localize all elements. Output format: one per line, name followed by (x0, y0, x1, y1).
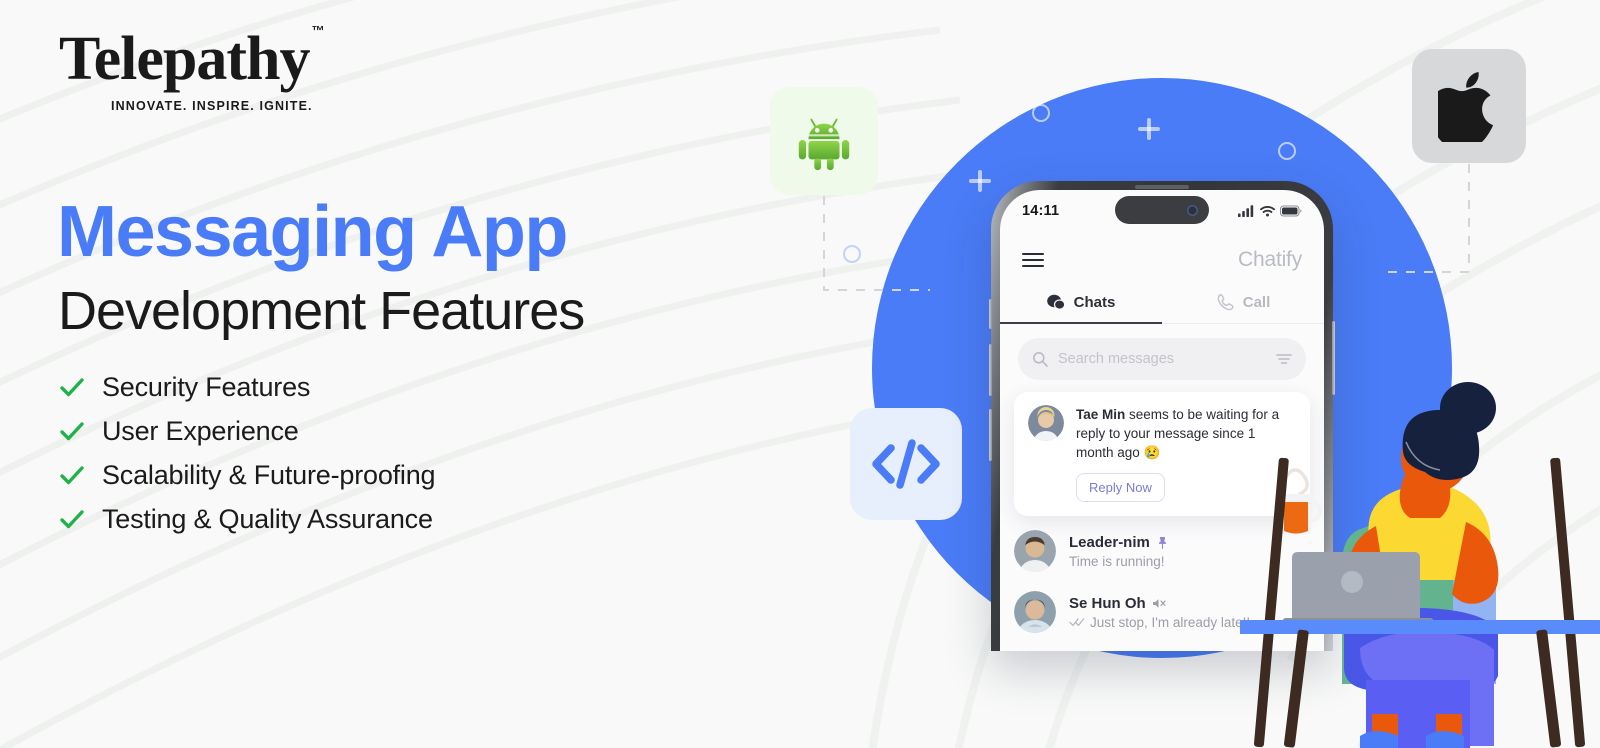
decor-ring-icon (1032, 104, 1050, 122)
dynamic-island (1115, 196, 1209, 224)
phone-volume-down-button[interactable] (989, 409, 992, 461)
decor-ring-icon (1278, 142, 1296, 160)
search-placeholder: Search messages (1058, 351, 1175, 367)
check-icon (60, 466, 84, 485)
list-item: Testing & Quality Assurance (57, 497, 435, 541)
status-bar: 14:11 (1000, 190, 1324, 232)
android-badge (770, 87, 878, 195)
feature-label: Testing & Quality Assurance (102, 503, 433, 534)
apple-badge (1412, 49, 1526, 163)
pin-icon (1158, 536, 1166, 549)
list-item: Security Features (57, 365, 435, 409)
status-time: 14:11 (1022, 203, 1060, 219)
trademark-symbol: ™ (311, 23, 325, 39)
brand-logo: Telepathy ™ INNOVATE. INSPIRE. IGNITE. (59, 24, 325, 113)
filter-icon[interactable] (1276, 352, 1292, 366)
tab-chats[interactable]: Chats (1000, 280, 1162, 324)
logo-wordmark: Telepathy ™ (59, 24, 325, 93)
left-content: Telepathy ™ INNOVATE. INSPIRE. IGNITE. Me… (57, 0, 777, 748)
code-badge (850, 408, 962, 520)
avatar (1014, 591, 1056, 634)
right-visual: 14:11 Chatify Chats Call Search messages… (740, 0, 1600, 748)
wifi-icon (1260, 205, 1275, 217)
battery-icon (1280, 205, 1302, 217)
brand-tagline: INNOVATE. INSPIRE. IGNITE. (111, 99, 313, 113)
app-title: Chatify (1238, 248, 1302, 271)
notification-sender: Tae Min (1076, 407, 1126, 422)
chat-bubble-icon (1046, 294, 1065, 310)
phone-volume-up-button[interactable] (989, 344, 992, 396)
front-camera-icon (1187, 204, 1198, 216)
tab-active-indicator (1000, 321, 1162, 324)
promo-banner: Telepathy ™ INNOVATE. INSPIRE. IGNITE. Me… (0, 0, 1600, 748)
decor-plus-icon (1138, 118, 1160, 140)
feature-label: Scalability & Future-proofing (102, 459, 436, 490)
crying-emoji-icon: 😢 (1143, 445, 1161, 461)
page-subtitle: Development Features (58, 281, 585, 341)
search-input[interactable]: Search messages (1018, 338, 1306, 380)
person-working-illustration (1240, 382, 1600, 748)
feature-label: User Experience (102, 415, 299, 446)
code-brackets-icon (872, 439, 940, 489)
list-item: User Experience (57, 409, 435, 453)
avatar (1014, 530, 1056, 573)
search-section: Search messages (1000, 324, 1324, 380)
feature-label: Security Features (102, 371, 311, 402)
search-icon (1033, 352, 1048, 367)
decor-plus-icon (969, 170, 991, 192)
phone-speaker-grill (1135, 185, 1189, 189)
chat-name: Se Hun Oh (1069, 594, 1146, 612)
mute-icon (1152, 599, 1166, 608)
avatar (1028, 405, 1064, 441)
decor-ring-icon (843, 245, 861, 263)
tab-label: Call (1242, 293, 1271, 311)
phone-handset-icon (1217, 294, 1234, 311)
app-header: Chatify (1000, 232, 1324, 280)
logo-text: Telepathy (59, 25, 311, 93)
hamburger-menu-icon[interactable] (1022, 252, 1044, 268)
list-item: Scalability & Future-proofing (57, 453, 436, 497)
android-robot-icon (798, 118, 850, 171)
reply-now-button[interactable]: Reply Now (1076, 473, 1165, 503)
tab-call[interactable]: Call (1162, 280, 1324, 324)
apple-logo-icon (1438, 72, 1494, 142)
check-icon (60, 510, 84, 529)
chat-preview-text: Just stop, I'm already late!! (1090, 614, 1251, 630)
chat-name: Leader-nim (1069, 533, 1150, 551)
chat-preview-text: Time is running! (1069, 553, 1165, 569)
double-check-icon (1069, 618, 1085, 627)
status-indicators (1238, 205, 1302, 217)
feature-list: Security Features User Experience Scalab… (57, 365, 436, 541)
phone-silent-switch[interactable] (989, 299, 992, 329)
tab-label: Chats (1073, 293, 1116, 311)
check-icon (60, 378, 84, 397)
page-title: Messaging App (57, 192, 568, 272)
tab-bar: Chats Call (1000, 280, 1324, 324)
cellular-signal-icon (1238, 205, 1254, 217)
check-icon (60, 422, 84, 441)
